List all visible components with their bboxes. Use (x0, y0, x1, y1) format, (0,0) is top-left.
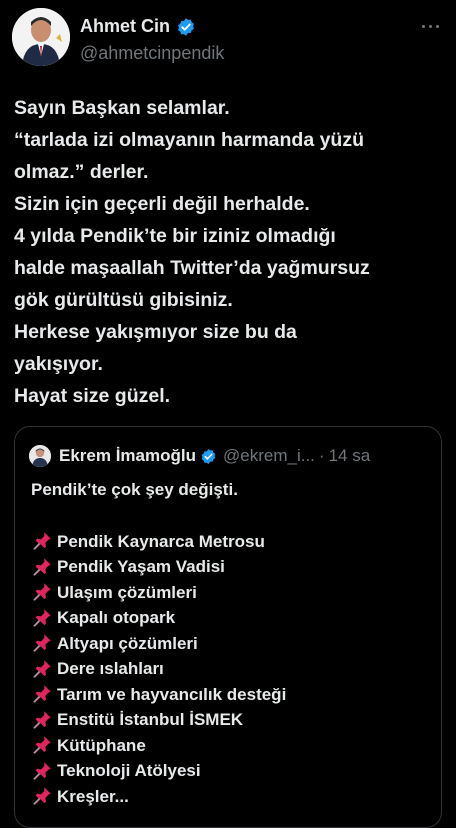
tweet-line: 4 yılda Pendik’te bir iziniz olmadığı (14, 225, 336, 247)
pushpin-icon (33, 634, 51, 653)
list-item-text: Kapalı otopark (57, 608, 176, 627)
tweet-line: Sizin için geçerli değil herhalde. (14, 193, 310, 215)
pushpin-icon (33, 660, 51, 678)
list-item: Enstitü İstanbul İSMEK (31, 707, 427, 733)
tweet-line: gök gürültüsü gibisiniz. (14, 289, 233, 311)
quoted-intro: Pendik’te çok şey değişti. (31, 480, 238, 499)
author-info: Ahmet Cin @ahmetcinpendik (80, 16, 224, 64)
tweet-line: halde maşaallah Twitter’da yağmursuz (14, 257, 370, 279)
list-item: Dere ıslahları (31, 656, 427, 682)
list-item: Tarım ve hayvancılık desteği (31, 682, 427, 708)
pushpin-icon (33, 532, 51, 551)
quoted-separator: · (318, 446, 325, 465)
quoted-author-avatar[interactable] (29, 445, 51, 467)
pushpin-icon (33, 736, 51, 755)
list-item: Pendik Yaşam Vadisi (31, 554, 427, 580)
quoted-list: Pendik Kaynarca Metrosu Pendik Yaşam Vad… (31, 529, 427, 810)
author-avatar[interactable] (12, 8, 70, 66)
avatar-photo (12, 8, 70, 66)
tweet-line: Hayat size güzel. (14, 385, 171, 407)
tweet-line: “tarlada izi olmayanın harmanda yüzü (14, 129, 365, 151)
quoted-timestamp[interactable]: 14 sa (329, 446, 371, 466)
quoted-author-handle[interactable]: @ekrem_i... (223, 446, 315, 466)
list-item: Altyapı çözümleri (31, 631, 427, 657)
list-item: Kütüphane (31, 733, 427, 759)
tweet-line: Sayın Başkan selamlar. (14, 97, 230, 119)
list-item: Kapalı otopark (31, 605, 427, 631)
list-item-text: Pendik Yaşam Vadisi (57, 557, 225, 576)
list-item-text: Pendik Kaynarca Metrosu (57, 531, 265, 551)
pushpin-icon (33, 685, 51, 704)
list-item-text: Tarım ve hayvancılık desteği (57, 684, 287, 704)
quoted-tweet-header: Ekrem İmamoğlu @ekrem_i... · 14 sa (29, 443, 427, 469)
list-item-text: Altyapı çözümleri (57, 633, 198, 653)
list-item-text: Dere ıslahları (57, 659, 164, 678)
tweet-line: yakışıyor. (14, 353, 103, 375)
quoted-tweet-text: Pendik’te çok şey değişti. Pendik Kaynar… (31, 477, 427, 809)
list-item-text: Kütüphane (57, 735, 146, 755)
quoted-author-name[interactable]: Ekrem İmamoğlu (59, 446, 196, 466)
list-item-text: Ulaşım çözümleri (57, 582, 197, 602)
pushpin-icon (33, 558, 51, 576)
tweet-line: Herkese yakışmıyor size bu da (14, 321, 297, 343)
tweet-line: olmaz.” derler. (14, 161, 149, 183)
verified-badge-icon (178, 17, 194, 36)
list-item: Ulaşım çözümleri (31, 580, 427, 606)
verified-badge-icon (200, 448, 217, 465)
list-item-text: Teknoloji Atölyesi (57, 761, 201, 780)
author-handle[interactable]: @ahmetcinpendik (80, 43, 224, 64)
quoted-tweet[interactable]: Ekrem İmamoğlu @ekrem_i... · 14 sa Pendi… (14, 426, 442, 828)
pushpin-icon (33, 762, 51, 780)
list-item: Pendik Kaynarca Metrosu (31, 529, 427, 555)
pushpin-icon (33, 583, 51, 602)
tweet-text: Sayın Başkan selamlar. “tarlada izi olma… (14, 92, 442, 412)
list-item-text: Kreşler... (57, 786, 129, 806)
tweet-header: Ahmet Cin @ahmetcinpendik (12, 8, 444, 68)
pushpin-icon (33, 711, 51, 729)
pushpin-icon (33, 787, 51, 806)
pushpin-icon (33, 609, 51, 627)
more-options-icon[interactable] (416, 14, 444, 38)
list-item: Teknoloji Atölyesi (31, 758, 427, 784)
list-item: Kreşler... (31, 784, 427, 810)
list-item-text: Enstitü İstanbul İSMEK (57, 710, 244, 729)
avatar-photo (29, 445, 51, 467)
author-name[interactable]: Ahmet Cin (80, 16, 170, 37)
